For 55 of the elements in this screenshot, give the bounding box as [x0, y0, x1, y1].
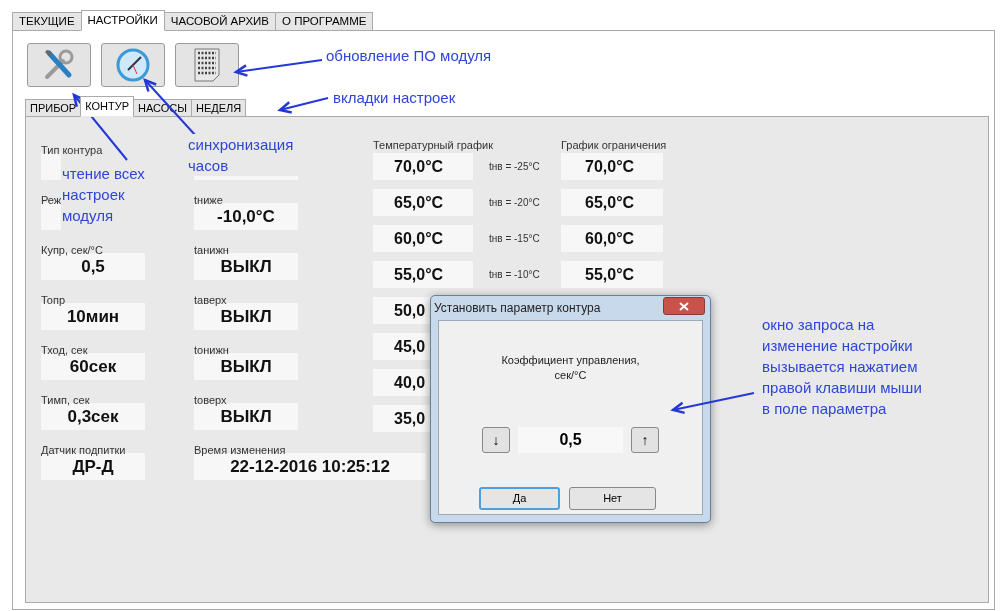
dialog-message: Коэффициент управления, сек/°C	[501, 353, 640, 383]
parameter-field[interactable]: ВЫКЛ	[194, 353, 298, 380]
parameter-field[interactable]: 60,0°C	[561, 225, 663, 252]
field-label: tонижн	[194, 344, 229, 356]
value-field[interactable]: 0,5	[518, 427, 623, 453]
tab[interactable]: НАСТРОЙКИ	[80, 10, 165, 31]
tab[interactable]: ПРИБОР	[25, 99, 82, 117]
toolbar-button[interactable]	[175, 43, 239, 87]
parameter-field[interactable]: 70,0°C	[373, 153, 473, 180]
parameter-field[interactable]: ВЫКЛ	[194, 253, 298, 280]
dialog-button[interactable]: Да	[479, 487, 560, 510]
dialog-button[interactable]: Нет	[569, 487, 656, 510]
field-label: Датчик подпитки	[41, 444, 126, 456]
field-label: tаверх	[194, 294, 227, 306]
tab[interactable]: ТЕКУЩИЕ	[12, 12, 82, 31]
annotation-label: окно запроса на изменение настройки вызывается нажатием правой клавиши мыши в поле параметра	[762, 315, 922, 419]
decrease-button[interactable]: ↓	[482, 427, 510, 453]
parameter-field[interactable]: 55,0°C	[373, 261, 473, 288]
field-label: Топр	[41, 294, 66, 306]
parameter-field[interactable]: 70,0°C	[561, 153, 663, 180]
outdoor-temperature-label: tнв = -15°C	[489, 232, 540, 246]
clock-icon	[115, 47, 151, 83]
toolbar-button[interactable]	[101, 43, 165, 87]
arrow	[277, 97, 329, 114]
tab[interactable]: О ПРОГРАММЕ	[275, 12, 374, 31]
parameter-field[interactable]: 65,0°C	[373, 189, 473, 216]
field-label: Тимп, сек	[41, 394, 90, 406]
parameter-field[interactable]: 55,0°C	[561, 261, 663, 288]
field-label: Купр, сек/°C	[41, 244, 103, 256]
field-label: Тход, сек	[41, 344, 88, 356]
field-label: Время изменения	[194, 444, 286, 456]
annotation-label: чтение всех настроек модуля	[62, 164, 145, 226]
parameter-field[interactable]: 65,0°C	[561, 189, 663, 216]
parameter-field[interactable]: 60,0°C	[373, 225, 473, 252]
annotation-label: синхронизация часов	[188, 135, 294, 176]
close-icon	[679, 301, 689, 311]
field-label: tанижн	[194, 244, 229, 256]
annotation-label: вкладки настроек	[333, 88, 456, 108]
column-title: Температурный график	[373, 139, 493, 151]
tab[interactable]: НЕДЕЛЯ	[190, 99, 247, 117]
field-label: Реж	[41, 194, 62, 206]
field-label: tниже	[194, 194, 223, 206]
toolbar-button[interactable]	[27, 43, 91, 87]
tab[interactable]: КОНТУР	[80, 96, 134, 117]
outdoor-temperature-label: tнв = -25°C	[489, 160, 540, 174]
parameter-field[interactable]: -10,0°C	[194, 203, 298, 230]
tab[interactable]: ЧАСОВОЙ АРХИВ	[163, 12, 277, 31]
outdoor-temperature-label: tнв = -10°C	[489, 268, 540, 282]
field-label: tоверх	[194, 394, 227, 406]
annotation-label: обновление ПО модуля	[326, 46, 492, 66]
close-button[interactable]	[663, 297, 705, 315]
increase-button[interactable]: ↑	[631, 427, 659, 453]
binary-document-icon	[192, 47, 222, 83]
field-label: Тип контура	[41, 144, 103, 156]
outdoor-temperature-label: tнв = -20°C	[489, 196, 540, 210]
